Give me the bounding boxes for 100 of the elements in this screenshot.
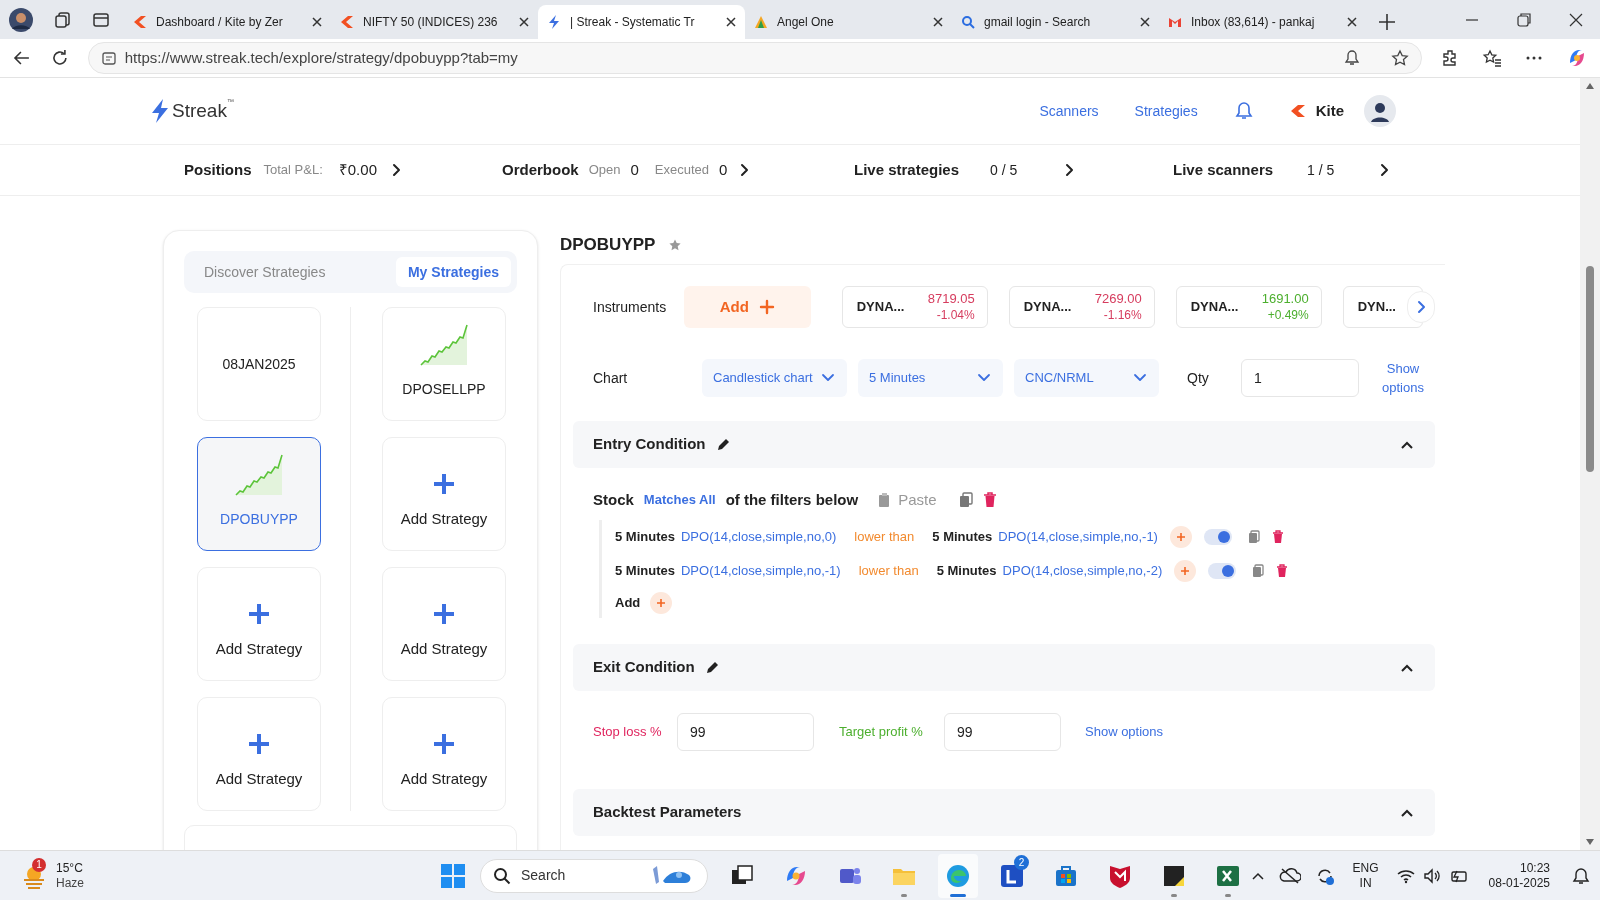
plus-icon (432, 731, 456, 756)
copy-icon[interactable] (1247, 530, 1260, 544)
plus-icon (1175, 532, 1186, 542)
copy-icon[interactable] (1252, 564, 1265, 578)
plus-icon (432, 601, 456, 626)
favorite-star-icon[interactable] (1391, 49, 1409, 67)
nav-link[interactable]: Strategies (1134, 100, 1198, 122)
region-text[interactable]: IN (1359, 875, 1372, 891)
restore-icon[interactable] (1516, 11, 1532, 28)
browser-tab[interactable]: | Streak - Systematic Tr (538, 5, 745, 39)
tab-actions-icon[interactable] (92, 10, 110, 29)
show-options-link[interactable]: Show options (1085, 722, 1164, 742)
profile-avatar[interactable] (8, 6, 34, 33)
delete-icon[interactable] (1271, 530, 1284, 544)
strategy-card[interactable]: Add Strategy (197, 567, 321, 681)
volume-icon[interactable] (1422, 867, 1441, 884)
browser-icon (945, 862, 971, 889)
star-icon[interactable] (669, 239, 682, 251)
strategy-tab[interactable]: My Strategies (395, 257, 511, 287)
strategy-card[interactable]: Add Strategy (197, 697, 321, 811)
search-field[interactable]: Search (480, 858, 708, 893)
browser-tab[interactable]: Dashboard / Kite by Zer (124, 5, 331, 39)
favorites-icon[interactable] (1482, 48, 1502, 68)
start-icon[interactable] (440, 862, 466, 889)
target-profit-field[interactable]: 99 (944, 713, 1061, 751)
taskbar-app[interactable]: 2 (992, 853, 1032, 898)
close-icon[interactable] (1568, 11, 1584, 28)
delete-icon[interactable] (1276, 564, 1289, 578)
add-button[interactable] (1169, 526, 1192, 548)
scroll-up-icon[interactable] (1585, 82, 1595, 90)
add-button[interactable] (650, 592, 673, 614)
dropdown[interactable]: Candlestick chart (702, 359, 847, 397)
language-text[interactable]: ENG (1352, 860, 1379, 876)
clock-date[interactable]: 08-01-2025 (1488, 875, 1550, 891)
timeframe-text: 5 Minutes (936, 562, 997, 581)
close-icon[interactable] (1139, 16, 1151, 28)
close-icon[interactable] (932, 16, 944, 28)
delete-icon[interactable] (982, 492, 997, 508)
instrument-price: 1691.00 (1261, 291, 1309, 307)
url-text: https://www.streak.tech/explore/strategy/dpobuypp?tab=my (124, 47, 519, 68)
strategy-card[interactable]: Add Strategy (382, 567, 506, 681)
next-button[interactable] (1407, 291, 1435, 323)
field-label: Target profit % (839, 723, 924, 742)
workspaces-icon[interactable] (54, 10, 72, 29)
match-mode-link[interactable]: Matches All (643, 490, 716, 510)
instrument-card[interactable]: DYNA... 7269.00 -1.16% (1008, 286, 1155, 328)
clock-time[interactable]: 10:23 (1519, 860, 1550, 876)
notification-badge: 2 (1014, 854, 1029, 870)
nav-link[interactable]: Scanners (1039, 100, 1099, 122)
indicator-link[interactable]: DPO(14,close,simple,no,-2) (1002, 561, 1163, 581)
instrument-name: DYN... (1357, 298, 1396, 317)
summary-label: Orderbook (502, 159, 579, 180)
add-button[interactable] (1174, 560, 1197, 582)
quantity-field[interactable]: 1 (1241, 359, 1359, 397)
indicator-link[interactable]: DPO(14,close,simple,no,0) (680, 527, 837, 547)
edit-icon[interactable] (704, 660, 719, 675)
broker-name[interactable]: Kite (1315, 99, 1344, 123)
address-bar[interactable]: https://www.streak.tech/explore/strategy/dpobuypp?tab=my (87, 42, 1422, 74)
plus-icon (247, 601, 271, 626)
indicator-link[interactable]: DPO(14,close,simple,no,-1) (998, 527, 1158, 547)
wifi-icon[interactable] (1396, 867, 1415, 884)
close-icon[interactable] (1346, 16, 1358, 28)
close-icon[interactable] (518, 16, 530, 28)
instrument-card[interactable]: DYNA... 8719.05 -1.04% (841, 286, 988, 328)
strategy-card[interactable]: DPOSELLPP (382, 307, 506, 421)
plus-icon (247, 731, 271, 756)
tab-title: Inbox (83,614) - pankaj (1191, 14, 1315, 31)
strategy-card[interactable]: 08JAN2025 (197, 307, 321, 421)
bell-icon[interactable] (1343, 49, 1361, 67)
browser-tab[interactable]: Angel One (745, 5, 952, 39)
cloud-off-icon[interactable] (1278, 866, 1301, 885)
user-avatar[interactable] (1364, 95, 1396, 127)
notifications-icon[interactable] (1572, 866, 1590, 885)
toggle-switch[interactable] (1208, 563, 1237, 579)
summary-value: 0 (719, 159, 728, 180)
row-label: Chart (593, 368, 629, 388)
close-icon[interactable] (725, 16, 737, 28)
copy-icon[interactable] (958, 492, 973, 508)
scroll-down-icon[interactable] (1585, 838, 1595, 846)
strategy-card[interactable]: Add Strategy (382, 697, 506, 811)
strategy-name: Add Strategy (400, 508, 488, 529)
indicator-link[interactable]: DPO(14,close,simple,no,-1) (680, 561, 841, 581)
dropdown[interactable]: 5 Minutes (858, 359, 1003, 397)
browser-tab[interactable]: Inbox (83,614) - pankaj (1159, 5, 1366, 39)
plus-icon (432, 471, 456, 496)
close-icon[interactable] (311, 16, 323, 28)
scrollbar-thumb[interactable] (1586, 266, 1594, 472)
toggle-switch[interactable] (1203, 529, 1232, 545)
stop-loss-field[interactable]: 99 (677, 713, 814, 751)
instrument-card[interactable]: DYNA... 1691.00 +0.49% (1175, 286, 1322, 328)
bell-icon[interactable] (1233, 101, 1254, 121)
strategy-card[interactable]: DPOBUYPP (197, 437, 321, 551)
strategy-card[interactable]: Add Strategy (382, 437, 506, 551)
dropdown[interactable]: CNC/NRML (1014, 359, 1159, 397)
summary-value: 1 / 5 (1307, 160, 1336, 180)
edit-icon[interactable] (715, 437, 730, 452)
browser-tab[interactable]: NIFTY 50 (INDICES) 236 (331, 5, 538, 39)
timeframe-text: 5 Minutes (932, 528, 993, 547)
browser-tab[interactable]: gmail login - Search (952, 5, 1159, 39)
show-options-link[interactable]: Show options (1373, 359, 1433, 397)
